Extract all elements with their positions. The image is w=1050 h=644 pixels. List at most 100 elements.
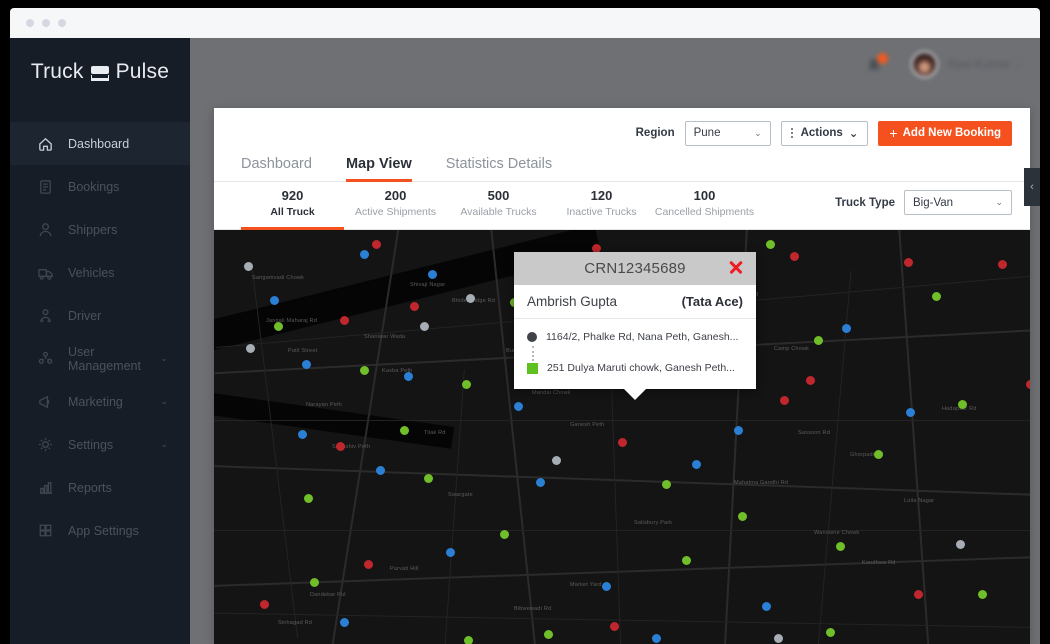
map-pin-red[interactable]	[610, 622, 619, 631]
drop-square-marker-icon	[527, 362, 538, 374]
truck-icon	[90, 65, 110, 81]
map-pin-gray[interactable]	[774, 634, 783, 643]
map-pin-blue[interactable]	[734, 426, 743, 435]
map-road-minor	[444, 370, 465, 644]
map-pin-blue[interactable]	[906, 408, 915, 417]
map-pin-green[interactable]	[360, 366, 369, 375]
map-pin-red[interactable]	[780, 396, 789, 405]
map-place-label: Patil Street	[288, 348, 318, 354]
sidebar-item-user-management[interactable]: User Management ⌄	[10, 337, 190, 380]
map-pin-red[interactable]	[410, 302, 419, 311]
map-pin-gray[interactable]	[244, 262, 253, 271]
map-pin-red[interactable]	[618, 438, 627, 447]
map-pin-blue[interactable]	[428, 270, 437, 279]
map-pin-green[interactable]	[500, 530, 509, 539]
map-pin-green[interactable]	[424, 474, 433, 483]
map-pin-green[interactable]	[682, 556, 691, 565]
map-pin-green[interactable]	[400, 426, 409, 435]
map-pin-gray[interactable]	[420, 322, 429, 331]
map-pin-red[interactable]	[914, 590, 923, 599]
add-new-booking-button[interactable]: + Add New Booking	[878, 120, 1012, 146]
map-pin-green[interactable]	[662, 480, 671, 489]
map-pin-red[interactable]	[806, 376, 815, 385]
brand-logo[interactable]: Truck Pulse	[10, 38, 190, 100]
map-pin-green[interactable]	[544, 630, 553, 639]
map-pin-red[interactable]	[1026, 380, 1030, 389]
booking-crn: CRN12345689	[584, 260, 686, 277]
map-pin-green[interactable]	[304, 494, 313, 503]
sidebar-item-bookings[interactable]: Bookings	[10, 165, 190, 208]
map-pin-green[interactable]	[874, 450, 883, 459]
map-pin-gray[interactable]	[956, 540, 965, 549]
window-maximize-dot[interactable]	[58, 19, 66, 27]
map-pin-green[interactable]	[932, 292, 941, 301]
sidebar-item-driver[interactable]: Driver	[10, 294, 190, 337]
map-pin-blue[interactable]	[376, 466, 385, 475]
map-pin-blue[interactable]	[360, 250, 369, 259]
map-pin-blue[interactable]	[340, 618, 349, 627]
map-pin-green[interactable]	[766, 240, 775, 249]
sidebar-item-app-settings[interactable]: App Settings	[10, 509, 190, 552]
map-pin-blue[interactable]	[446, 548, 455, 557]
map-pin-green[interactable]	[274, 322, 283, 331]
avatar[interactable]	[910, 50, 938, 78]
sidebar-item-shippers[interactable]: Shippers	[10, 208, 190, 251]
collapse-panel-toggle[interactable]: ‹	[1024, 168, 1040, 206]
map-pin-blue[interactable]	[404, 372, 413, 381]
map-pin-blue[interactable]	[692, 460, 701, 469]
window-minimize-dot[interactable]	[42, 19, 50, 27]
map-pin-blue[interactable]	[652, 634, 661, 643]
map-pin-gray[interactable]	[552, 456, 561, 465]
map-pin-blue[interactable]	[514, 402, 523, 411]
map-pin-red[interactable]	[790, 252, 799, 261]
stat-all-truck[interactable]: 920 All Truck	[241, 182, 344, 230]
map-pin-red[interactable]	[372, 240, 381, 249]
map-pin-blue[interactable]	[298, 430, 307, 439]
stat-cancelled-shipments[interactable]: 100 Cancelled Shipments	[653, 182, 756, 230]
map-pin-gray[interactable]	[246, 344, 255, 353]
map-pin-gray[interactable]	[466, 294, 475, 303]
close-icon[interactable]	[727, 259, 744, 276]
map-pin-green[interactable]	[814, 336, 823, 345]
actions-button[interactable]: Actions ⌄	[780, 120, 869, 146]
bell-icon[interactable]	[865, 53, 888, 73]
map-pin-red[interactable]	[336, 442, 345, 451]
map-pin-green[interactable]	[978, 590, 987, 599]
map-pin-green[interactable]	[958, 400, 967, 409]
tab-dashboard[interactable]: Dashboard	[241, 156, 312, 182]
map-pin-green[interactable]	[310, 578, 319, 587]
map-pin-green[interactable]	[836, 542, 845, 551]
map-pin-red[interactable]	[904, 258, 913, 267]
map-pin-green[interactable]	[738, 512, 747, 521]
region-select[interactable]: Pune ⌄	[684, 120, 771, 146]
map-pin-blue[interactable]	[270, 296, 279, 305]
window-close-dot[interactable]	[26, 19, 34, 27]
map-pin-green[interactable]	[462, 380, 471, 389]
sidebar-item-dashboard[interactable]: Dashboard	[10, 122, 190, 165]
map-canvas[interactable]: Sangamvadi Chowk Jangali Maharaj Rd Shivaj…	[214, 230, 1030, 644]
chevron-down-icon: ⌄	[160, 353, 168, 363]
map-pin-blue[interactable]	[762, 602, 771, 611]
tab-statistics-details[interactable]: Statistics Details	[446, 156, 552, 182]
user-menu[interactable]: Ravi Kumar ⌄	[948, 57, 1022, 71]
map-pin-blue[interactable]	[302, 360, 311, 369]
truck-type-select[interactable]: Big-Van ⌄	[904, 190, 1012, 215]
map-pin-red[interactable]	[364, 560, 373, 569]
stat-active-shipments[interactable]: 200 Active Shipments	[344, 182, 447, 230]
sidebar-item-marketing[interactable]: Marketing ⌄	[10, 380, 190, 423]
sidebar-item-vehicles[interactable]: Vehicles	[10, 251, 190, 294]
tab-map-view[interactable]: Map View	[345, 156, 412, 182]
stat-inactive-trucks[interactable]: 120 Inactive Trucks	[550, 182, 653, 230]
map-pin-green[interactable]	[826, 628, 835, 637]
map-pin-red[interactable]	[998, 260, 1007, 269]
stat-available-trucks[interactable]: 500 Available Trucks	[447, 182, 550, 230]
map-pin-blue[interactable]	[842, 324, 851, 333]
stat-value: 200	[384, 188, 407, 203]
map-pin-blue[interactable]	[536, 478, 545, 487]
sidebar-item-reports[interactable]: Reports	[10, 466, 190, 509]
sidebar-item-settings[interactable]: Settings ⌄	[10, 423, 190, 466]
map-pin-green[interactable]	[464, 636, 473, 644]
map-pin-red[interactable]	[340, 316, 349, 325]
map-pin-red[interactable]	[260, 600, 269, 609]
map-pin-blue[interactable]	[602, 582, 611, 591]
